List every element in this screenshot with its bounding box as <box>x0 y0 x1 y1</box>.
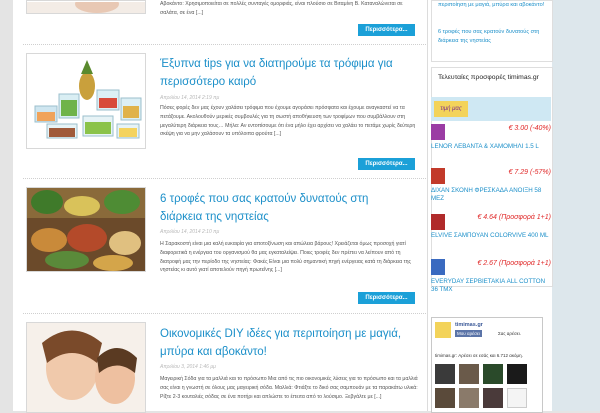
timimas-banner[interactable]: τιμή μας <box>431 97 551 121</box>
fb-fan-avatars <box>435 364 539 410</box>
page-background-strip <box>552 0 600 411</box>
fan-avatar[interactable] <box>483 364 503 384</box>
post-excerpt: Αβοκάντο: Χρησιμοποιείται σε πολλές συντ… <box>160 1 403 16</box>
fan-avatar[interactable] <box>435 364 455 384</box>
offer-product-link[interactable]: ΔΙΧΑΝ ΣΚΟΝΗ ΦΡΕΣΚΑΔΑ ΑΝΟΙΞΗ 58 ΜΕΖ <box>431 187 553 203</box>
offer-product-link[interactable]: ELVIVE ΣΑΜΠΟΥΑΝ COLORVIVE 400 ML <box>431 232 553 240</box>
post-thumbnail-food-containers[interactable] <box>26 53 146 149</box>
post-excerpt: Η Σαρακοστή είναι μια καλή ευκαιρία για … <box>160 241 412 274</box>
offer-product-link[interactable]: EVERYDAY ΣΕΡΒΙΕΤΑΚΙΑ ALL COTTON 36 TMX <box>431 278 553 294</box>
fb-like-button[interactable]: Μου αρέσει <box>455 330 482 337</box>
fb-like-count: timimas.gr: Αρέσει σε εσάς και 6.712 ακό… <box>435 353 523 358</box>
post-date: Απριλίου 14, 2014 2:10 πμ <box>160 229 220 235</box>
post-date: Απριλίου 14, 2014 2:19 πμ <box>160 95 220 101</box>
post-excerpt: Μαγειρική Σόδα για τα μαλλιά και το πρόσ… <box>160 376 418 400</box>
fb-page-name[interactable]: timimas.gr <box>455 322 483 328</box>
post-excerpt: Πόσες φορές δεν μας έχουν χαλάσει τρόφιμ… <box>160 105 416 138</box>
offer-price: € 2.67 (Προσφορά 1+1) <box>477 260 551 267</box>
facebook-like-box: timimas.gr Μου αρέσει Σας αρέσει. timima… <box>431 317 543 413</box>
fan-avatar[interactable] <box>483 388 503 408</box>
offer-price: € 3.00 (-40%) <box>508 125 551 132</box>
post-divider <box>23 313 426 314</box>
read-more-button[interactable]: Περισσότερα... <box>358 292 415 304</box>
post-title-link[interactable]: Έξυπνα tips για να διατηρούμε τα τρόφιμα… <box>160 55 410 91</box>
post-thumbnail-avocado[interactable] <box>26 0 146 14</box>
fan-avatar[interactable] <box>507 388 527 408</box>
fan-avatar[interactable] <box>459 388 479 408</box>
offer-price: € 7.29 (-57%) <box>508 169 551 176</box>
fan-avatar[interactable] <box>435 388 455 408</box>
post-date: Απριλίου 3, 2014 1:46 μμ <box>160 364 216 370</box>
recent-post-link[interactable]: 6 τροφές που σας κρατούν δυνατούς στη δι… <box>438 28 546 46</box>
read-more-button[interactable]: Περισσότερα... <box>358 158 415 170</box>
fan-avatar[interactable] <box>507 364 527 384</box>
read-more-button[interactable]: Περισσότερα... <box>358 24 415 36</box>
offers-widget-title: Τελευταίες προσφορές timimas.gr <box>438 74 539 81</box>
offer-product-link[interactable]: LENOR ΛΕΒΑΝΤΑ & ΧΑΜΟΜΗΛΙ 1.5 L <box>431 143 553 151</box>
fb-page-avatar[interactable] <box>435 322 451 338</box>
offer-price: € 4.64 (Προσφορά 1+1) <box>477 214 551 221</box>
fan-avatar[interactable] <box>459 364 479 384</box>
recent-post-link[interactable]: περιποίηση με μαγιά, μπύρα και αβοκάντο! <box>438 1 546 10</box>
post-divider <box>23 44 426 45</box>
fb-friends-like: Σας αρέσει. <box>498 331 522 336</box>
post-divider <box>23 178 426 179</box>
post-thumbnail-beauty-diy[interactable] <box>26 322 146 413</box>
post-title-link[interactable]: 6 τροφές που σας κρατούν δυνατούς στη δι… <box>160 190 410 226</box>
banner-logo-icon: τιμή μας <box>434 101 468 117</box>
post-thumbnail-lentils-vegetables[interactable] <box>26 187 146 272</box>
post-title-link[interactable]: Οικονομικές DIY ιδέες για περιποίηση με … <box>160 325 410 361</box>
